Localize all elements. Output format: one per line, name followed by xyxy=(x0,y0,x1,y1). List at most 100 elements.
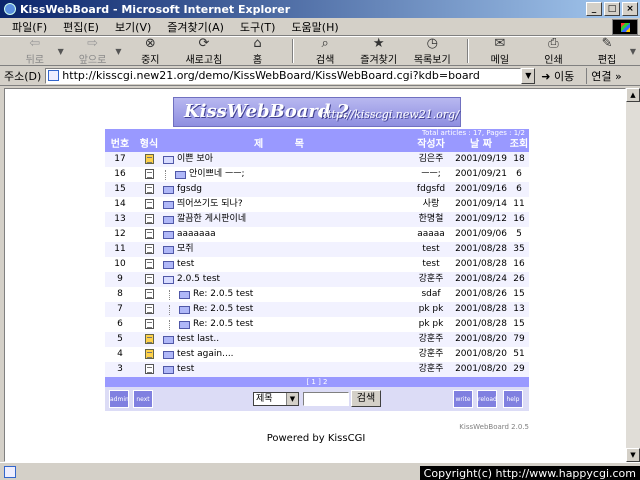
minimize-button[interactable]: _ xyxy=(586,2,602,16)
row-subject[interactable]: 이쁜 보아 xyxy=(163,152,409,167)
folder-icon xyxy=(179,290,190,299)
row-subject[interactable]: 띄어쓰기도 되나? xyxy=(163,197,409,212)
menu-tools[interactable]: 도구(T) xyxy=(232,19,284,35)
table-row[interactable]: 6 Re: 2.0.5 test pk pk 2001/08/28 15 xyxy=(105,317,529,332)
row-subject-text[interactable]: 이쁜 보아 xyxy=(177,152,213,167)
row-subject-text[interactable]: test last.. xyxy=(177,332,219,347)
help-button[interactable]: help xyxy=(503,390,523,408)
menu-view[interactable]: 보기(V) xyxy=(107,19,159,35)
links-button[interactable]: 연결 » xyxy=(586,67,622,84)
next-button[interactable]: next xyxy=(133,390,153,408)
row-hits: 26 xyxy=(513,274,525,284)
write-button[interactable]: write xyxy=(453,390,473,408)
back-dropdown-icon[interactable]: ▼ xyxy=(58,47,64,56)
mail-button[interactable]: ✉ 메일 xyxy=(475,35,525,66)
row-subject[interactable]: test again.... xyxy=(163,347,409,362)
print-button[interactable]: ⎙ 인쇄 xyxy=(529,36,579,66)
table-row[interactable]: 4 test again.... 강훈주 2001/08/20 51 xyxy=(105,347,529,362)
row-subject-text[interactable]: 안이쁘네 ㅡㅡ; xyxy=(189,167,245,182)
row-subject-text[interactable]: test xyxy=(177,362,194,377)
go-button[interactable]: ➜ 이동 xyxy=(541,68,574,84)
row-subject-text[interactable]: fgsdg xyxy=(177,182,202,197)
row-date: 2001/08/26 xyxy=(455,289,507,299)
address-dropdown-icon[interactable]: ▼ xyxy=(521,67,536,84)
row-subject-text[interactable]: test again.... xyxy=(177,347,234,362)
article-icon xyxy=(144,318,154,329)
folder-icon xyxy=(179,305,190,314)
menu-file[interactable]: 파일(F) xyxy=(4,19,55,35)
forward-dropdown-icon[interactable]: ▼ xyxy=(115,47,121,56)
reload-button[interactable]: reload xyxy=(477,390,497,408)
edit-button[interactable]: ✎ 편집 xyxy=(582,36,632,66)
row-subject[interactable]: Re: 2.0.5 test xyxy=(163,302,409,317)
row-subject[interactable]: aaaaaaa xyxy=(163,227,409,242)
refresh-icon: ⟳ xyxy=(198,35,210,51)
powered-by[interactable]: Powered by KissCGI xyxy=(5,433,625,444)
search-field-select[interactable]: 제목 ▼ xyxy=(253,392,299,406)
row-no: 17 xyxy=(114,154,126,164)
row-form xyxy=(135,182,163,197)
table-row[interactable]: 10 test test 2001/08/28 16 xyxy=(105,257,529,272)
row-subject-text[interactable]: Re: 2.0.5 test xyxy=(193,317,253,332)
row-subject[interactable]: 2.0.5 test xyxy=(163,272,409,287)
table-row[interactable]: 17 이쁜 보아 김은주 2001/09/19 18 xyxy=(105,152,529,167)
open-folder-icon xyxy=(163,275,174,284)
folder-icon xyxy=(163,260,174,269)
row-subject-text[interactable]: test xyxy=(177,257,194,272)
row-subject[interactable]: 깔끔한 게시판이네 xyxy=(163,212,409,227)
menu-help[interactable]: 도움말(H) xyxy=(283,19,346,35)
refresh-button[interactable]: ⟳ 새로고침 xyxy=(179,35,229,66)
search-submit-button[interactable]: 검색 xyxy=(351,390,381,407)
row-subject[interactable]: test xyxy=(163,362,409,377)
row-hits: 11 xyxy=(513,199,525,209)
row-subject-text[interactable]: 모쥐 xyxy=(177,242,194,257)
row-subject[interactable]: Re: 2.0.5 test xyxy=(163,287,409,302)
table-row[interactable]: 9 2.0.5 test 강훈주 2001/08/24 26 xyxy=(105,272,529,287)
maximize-button[interactable]: □ xyxy=(604,2,620,16)
row-subject[interactable]: 안이쁘네 ㅡㅡ; xyxy=(163,167,409,182)
row-subject-text[interactable]: 2.0.5 test xyxy=(177,272,220,287)
table-row[interactable]: 7 Re: 2.0.5 test pk pk 2001/08/28 13 xyxy=(105,302,529,317)
table-row[interactable]: 15 fgsdg fdgsfd 2001/09/16 6 xyxy=(105,182,529,197)
table-row[interactable]: 3 test 강훈주 2001/08/20 29 xyxy=(105,362,529,377)
mail-icon: ✉ xyxy=(494,35,506,51)
table-row[interactable]: 16 안이쁘네 ㅡㅡ; ㅡㅡ; 2001/09/21 6 xyxy=(105,167,529,182)
table-row[interactable]: 13 깔끔한 게시판이네 한명철 2001/09/12 16 xyxy=(105,212,529,227)
pager[interactable]: [ 1 ] 2 xyxy=(105,377,529,387)
scroll-down-icon[interactable]: ▼ xyxy=(626,448,640,462)
row-subject[interactable]: 모쥐 xyxy=(163,242,409,257)
address-input[interactable]: http://kisscgi.new21.org/demo/KissWebBoa… xyxy=(45,67,522,84)
history-button[interactable]: ◷ 목록보기 xyxy=(407,36,457,66)
row-subject[interactable]: test last.. xyxy=(163,332,409,347)
scroll-up-icon[interactable]: ▲ xyxy=(626,88,640,102)
toolbar-more-icon[interactable]: ▼ xyxy=(630,47,636,56)
forward-button[interactable]: ⇨ 앞으로 xyxy=(68,36,118,66)
row-subject-text[interactable]: Re: 2.0.5 test xyxy=(193,287,253,302)
table-row[interactable]: 14 띄어쓰기도 되나? 사랑 2001/09/14 11 xyxy=(105,197,529,212)
row-subject-text[interactable]: aaaaaaa xyxy=(177,227,216,242)
folder-icon xyxy=(163,185,174,194)
table-row[interactable]: 12 aaaaaaa aaaaa 2001/09/06 5 xyxy=(105,227,529,242)
stop-button[interactable]: ⊗ 중지 xyxy=(126,36,176,66)
row-author: test xyxy=(422,259,440,269)
table-row[interactable]: 8 Re: 2.0.5 test sdaf 2001/08/26 15 xyxy=(105,287,529,302)
close-button[interactable]: × xyxy=(622,2,638,16)
menu-edit[interactable]: 편집(E) xyxy=(55,19,107,35)
table-row[interactable]: 11 모쥐 test 2001/08/28 35 xyxy=(105,242,529,257)
favorites-button[interactable]: ★ 즐겨찾기 xyxy=(354,36,404,66)
row-subject-text[interactable]: Re: 2.0.5 test xyxy=(193,302,253,317)
search-input[interactable] xyxy=(303,392,349,406)
admin-button[interactable]: admin xyxy=(109,390,129,408)
row-subject-text[interactable]: 띄어쓰기도 되나? xyxy=(177,197,243,212)
menu-favorites[interactable]: 즐겨찾기(A) xyxy=(159,19,232,35)
go-label: 이동 xyxy=(554,69,575,83)
search-button[interactable]: ⌕ 검색 xyxy=(300,36,350,66)
home-button[interactable]: ⌂ 홈 xyxy=(233,36,283,66)
table-row[interactable]: 5 test last.. 강훈주 2001/08/20 79 xyxy=(105,332,529,347)
row-subject[interactable]: Re: 2.0.5 test xyxy=(163,317,409,332)
back-button[interactable]: ⇦ 뒤로 xyxy=(10,36,60,66)
vertical-scrollbar[interactable]: ▲ ▼ xyxy=(626,88,640,462)
row-subject[interactable]: fgsdg xyxy=(163,182,409,197)
row-subject-text[interactable]: 깔끔한 게시판이네 xyxy=(177,212,246,227)
row-subject[interactable]: test xyxy=(163,257,409,272)
